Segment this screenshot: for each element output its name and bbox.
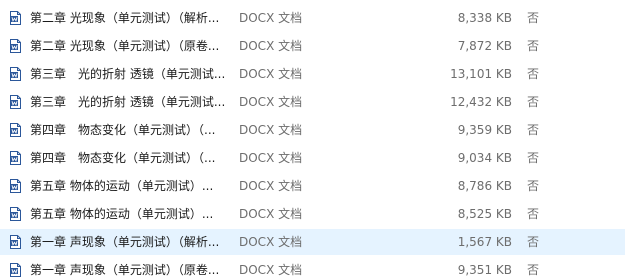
file-row[interactable]: 第四章 物态变化（单元测试）（... DOCX 文档 9,359 KB 否 — [0, 117, 625, 143]
file-size: 9,034 KB — [457, 151, 512, 165]
file-name: 第一章 声现象（单元测试）（解析... — [30, 235, 220, 249]
word-document-icon — [10, 263, 21, 277]
word-document-icon — [10, 179, 21, 193]
file-list: 第二章 光现象（单元测试）（解析... DOCX 文档 8,338 KB 否 第… — [0, 0, 625, 278]
file-row[interactable]: 第五章 物体的运动（单元测试）... DOCX 文档 8,525 KB 否 — [0, 201, 625, 227]
file-size: 12,432 KB — [450, 95, 512, 109]
file-name: 第三章 光的折射 透镜（单元测试... — [30, 95, 226, 109]
file-type: DOCX 文档 — [239, 39, 303, 53]
file-name: 第五章 物体的运动（单元测试）... — [30, 179, 214, 193]
file-name: 第五章 物体的运动（单元测试）... — [30, 207, 214, 221]
word-document-icon — [10, 207, 21, 221]
word-document-icon — [10, 11, 21, 25]
file-row[interactable]: 第三章 光的折射 透镜（单元测试... DOCX 文档 13,101 KB 否 — [0, 61, 625, 87]
file-size: 8,338 KB — [457, 11, 512, 25]
word-document-icon — [10, 95, 21, 109]
file-flag: 否 — [527, 207, 540, 221]
file-name: 第二章 光现象（单元测试）（解析... — [30, 11, 220, 25]
file-size: 9,359 KB — [457, 123, 512, 137]
file-size: 9,351 KB — [457, 263, 512, 277]
file-type: DOCX 文档 — [239, 235, 303, 249]
word-document-icon — [10, 39, 21, 53]
file-flag: 否 — [527, 67, 540, 81]
file-row[interactable]: 第二章 光现象（单元测试）（原卷... DOCX 文档 7,872 KB 否 — [0, 33, 625, 59]
file-size: 13,101 KB — [450, 67, 512, 81]
file-flag: 否 — [527, 263, 540, 277]
file-flag: 否 — [527, 95, 540, 109]
word-document-icon — [10, 235, 21, 249]
file-row[interactable]: 第五章 物体的运动（单元测试）... DOCX 文档 8,786 KB 否 — [0, 173, 625, 199]
file-size: 8,525 KB — [457, 207, 512, 221]
file-row[interactable]: 第四章 物态变化（单元测试）（... DOCX 文档 9,034 KB 否 — [0, 145, 625, 171]
file-size: 7,872 KB — [457, 39, 512, 53]
file-row[interactable]: 第一章 声现象（单元测试）（原卷... DOCX 文档 9,351 KB 否 — [0, 257, 625, 278]
word-document-icon — [10, 67, 21, 81]
file-name: 第二章 光现象（单元测试）（原卷... — [30, 39, 220, 53]
file-type: DOCX 文档 — [239, 151, 303, 165]
file-size: 8,786 KB — [457, 179, 512, 193]
file-type: DOCX 文档 — [239, 95, 303, 109]
file-flag: 否 — [527, 11, 540, 25]
file-type: DOCX 文档 — [239, 263, 303, 277]
file-type: DOCX 文档 — [239, 67, 303, 81]
file-type: DOCX 文档 — [239, 123, 303, 137]
file-flag: 否 — [527, 39, 540, 53]
file-name: 第四章 物态变化（单元测试）（... — [30, 123, 216, 137]
file-name: 第四章 物态变化（单元测试）（... — [30, 151, 216, 165]
word-document-icon — [10, 151, 21, 165]
file-flag: 否 — [527, 179, 540, 193]
file-row[interactable]: 第二章 光现象（单元测试）（解析... DOCX 文档 8,338 KB 否 — [0, 5, 625, 31]
file-type: DOCX 文档 — [239, 179, 303, 193]
file-type: DOCX 文档 — [239, 11, 303, 25]
word-document-icon — [10, 123, 21, 137]
file-row[interactable]: 第三章 光的折射 透镜（单元测试... DOCX 文档 12,432 KB 否 — [0, 89, 625, 115]
file-name: 第三章 光的折射 透镜（单元测试... — [30, 67, 226, 81]
file-flag: 否 — [527, 123, 540, 137]
file-size: 1,567 KB — [457, 235, 512, 249]
file-flag: 否 — [527, 151, 540, 165]
file-flag: 否 — [527, 235, 540, 249]
file-type: DOCX 文档 — [239, 207, 303, 221]
file-name: 第一章 声现象（单元测试）（原卷... — [30, 263, 220, 277]
file-row-selected[interactable]: 第一章 声现象（单元测试）（解析... DOCX 文档 1,567 KB 否 — [0, 229, 625, 255]
